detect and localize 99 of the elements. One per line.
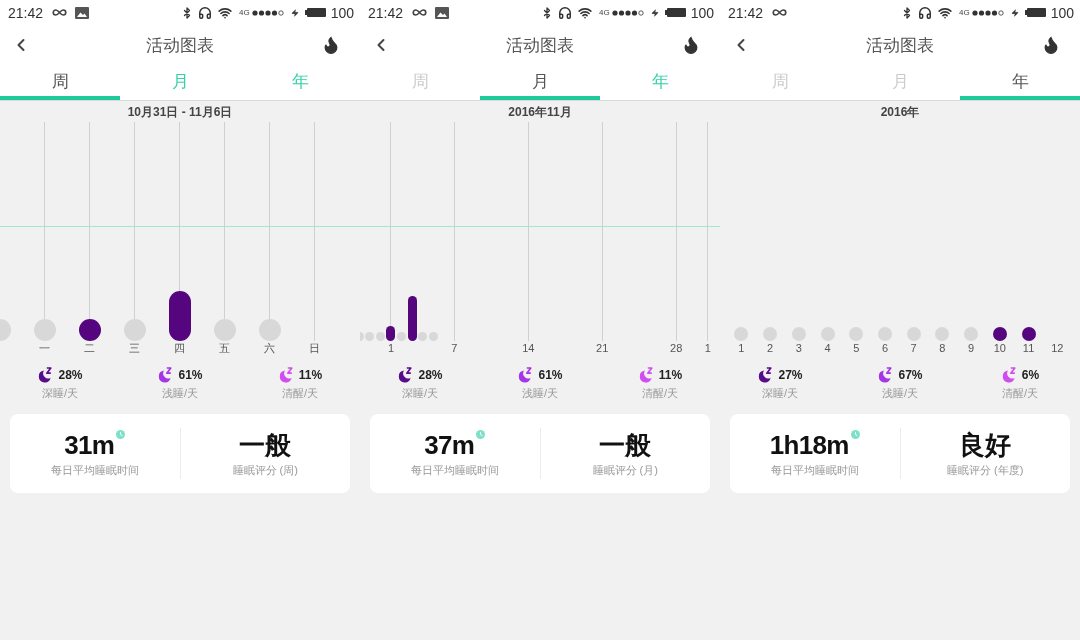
signal-icon [611,9,646,16]
date-range: 2016年11月 [508,105,572,118]
stat-label: 深睡/天 [761,387,799,399]
axis-label: 5 [853,343,860,354]
status-time: 21:42 [8,5,44,20]
axis-label: 28 [670,343,683,354]
tab[interactable]: 年 [240,65,360,100]
battery-level: 100 [690,5,714,20]
rating-label: 睡眠评分 (月) [592,464,658,476]
network-label: 4G [958,8,970,17]
axis-label: 10 [993,343,1006,354]
axis-label: 7 [910,343,917,354]
stat-label: 浅睡/天 [881,387,919,399]
battery-level: 100 [330,5,354,20]
duration-value: 31m [64,431,115,459]
tab[interactable]: 周 [0,65,120,100]
percentage-value: 28% [58,369,83,381]
percentage-value: 11% [658,369,683,381]
stat-label: 清醒/天 [281,387,319,399]
duration-value: 1h18m [769,431,849,459]
duration-label: 每日平均睡眠时间 [50,464,139,476]
axis-label: 1 [704,343,711,354]
date-range: 10月31日 - 11月6日 [127,105,233,118]
signal-icon [971,9,1006,16]
percentage-value: 11% [298,369,323,381]
tab[interactable]: 年 [960,65,1080,100]
percentage-value: 27% [778,369,803,381]
image-icon [435,6,450,19]
battery-level: 100 [1050,5,1074,20]
stat-label: 清醒/天 [1001,387,1039,399]
axis-label: 日 [309,343,320,354]
axis-label: 1 [738,343,745,354]
stat-label: 浅睡/天 [521,387,559,399]
status-time: 21:42 [368,5,404,20]
rating-value: 一般 [599,431,652,459]
rating-label: 睡眠评分 (周) [232,464,298,476]
headphones-icon [197,5,212,20]
percentage-value: 61% [178,369,203,381]
screen-title: 活动图表 [145,36,215,54]
status-time: 21:42 [728,5,764,20]
axis-label: 6 [881,343,888,354]
axis-label: 三 [129,343,140,354]
image-icon [75,6,90,19]
axis-label: 4 [824,343,831,354]
tab[interactable]: 月 [480,65,600,100]
stat-label: 浅睡/天 [161,387,199,399]
rating-value: 一般 [239,431,292,459]
rating-value: 良好 [959,431,1012,459]
stat-label: 深睡/天 [401,387,439,399]
headphones-icon [917,5,932,20]
axis-label: 五 [219,343,230,354]
screen-title: 活动图表 [505,36,575,54]
axis-label: 11 [1022,343,1035,354]
sleep-bar [168,291,191,341]
axis-label: 一 [39,343,50,354]
duration-label: 每日平均睡眠时间 [770,464,859,476]
sleep-bar [386,326,396,341]
axis-label: 8 [939,343,946,354]
sleep-bar [407,296,417,341]
charging-icon [650,6,659,19]
stat-label: 清醒/天 [641,387,679,399]
axis-label: 7 [451,343,458,354]
axis-label: 四 [174,343,185,354]
headphones-icon [557,5,572,20]
axis-label: 3 [795,343,802,354]
rating-label: 睡眠评分 (年度) [947,464,1024,476]
network-label: 4G [238,8,250,17]
wifi-icon [216,5,233,20]
tab[interactable]: 月 [120,65,240,100]
charging-icon [290,6,299,19]
stat-label: 深睡/天 [41,387,79,399]
axis-label: 六 [264,343,275,354]
wifi-icon [936,5,953,20]
percentage-value: 67% [898,369,923,381]
axis-label: 12 [1051,343,1064,354]
axis-label: 21 [596,343,609,354]
axis-label: 1 [387,343,395,354]
battery-icon [304,8,326,17]
axis-label: 二 [84,343,95,354]
battery-icon [664,8,686,17]
charging-icon [1010,6,1019,19]
duration-value: 37m [424,431,475,459]
clock-icon [116,430,126,439]
axis-label: 9 [968,343,975,354]
battery-icon [1024,8,1046,17]
date-range: 2016年 [880,105,920,118]
signal-icon [251,9,286,16]
clock-icon [476,430,486,439]
tab[interactable]: 年 [600,65,720,100]
percentage-value: 61% [538,369,563,381]
network-label: 4G [598,8,610,17]
clock-icon [850,430,860,439]
screen-title: 活动图表 [865,36,935,54]
percentage-value: 28% [418,369,443,381]
axis-label: 14 [522,343,535,354]
wifi-icon [576,5,593,20]
duration-label: 每日平均睡眠时间 [410,464,499,476]
axis-label: 2 [767,343,774,354]
percentage-value: 6% [1021,369,1040,381]
